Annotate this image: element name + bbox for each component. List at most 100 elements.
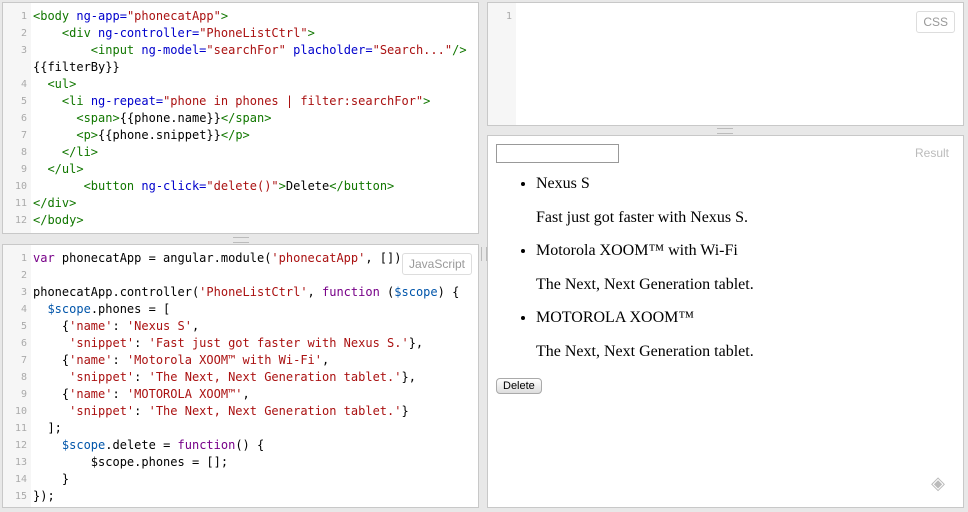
phone-snippet: The Next, Next Generation tablet. [536,276,754,293]
line-text: </ul> [33,161,84,178]
line-number: 8 [20,147,27,158]
line-number: 3 [20,287,27,298]
search-input[interactable] [496,144,619,163]
css-editor-panel[interactable]: 1 CSS [487,2,964,126]
code-token: </ul> [47,162,84,176]
javascript-code[interactable]: 1 var phonecatApp = angular.module('phone… [3,250,478,505]
code-line[interactable]: 11 </div> [3,195,478,212]
code-line[interactable]: 15}); [3,488,478,505]
code-line[interactable]: 1 [488,8,963,25]
line-number: 5 [20,321,27,332]
horizontal-resize-handle[interactable] [717,128,733,134]
code-line[interactable]: 10 <button ng-click="delete()">Delete</b… [3,178,478,195]
code-token: <button [83,179,142,193]
code-token: </p> [220,128,250,142]
code-token: "delete()" [206,179,279,193]
code-line[interactable]: 3 phonecatApp.controller('PhoneListCtrl',… [3,284,478,301]
code-line[interactable]: 14 } [3,471,478,488]
phone-list-item: Motorola XOOM™ with Wi-Fi The Next, Next … [536,242,963,294]
line-text: <p>{{phone.snippet}}</p> [33,127,250,144]
code-token: /> [452,43,467,57]
code-token: : [112,387,127,401]
phone-list-item: MOTOROLA XOOM™ The Next, Next Generation … [536,309,963,361]
code-line[interactable]: 13 $scope.phones = []; [3,454,478,471]
code-token: () { [235,438,265,452]
line-number: 1 [505,11,512,22]
code-line[interactable]: 9 </ul> [3,161,478,178]
code-line[interactable]: 4 $scope.phones = [ [3,301,478,318]
code-token: : [134,370,149,384]
code-token: 'Motorola XOOM™ with Wi-Fi' [126,353,323,367]
code-token: phonecatApp = angular.module( [61,251,272,265]
code-token: ng-repeat= [90,94,164,108]
code-token: 'phonecatApp' [271,251,366,265]
line-number: 12 [14,440,27,451]
code-line[interactable]: 2 <div ng-controller="PhoneListCtrl"> [3,25,478,42]
css-code[interactable]: 1 [488,8,963,25]
code-line[interactable]: 10 'snippet': 'The Next, Next Generation… [3,403,478,420]
javascript-editor-panel[interactable]: 1 var phonecatApp = angular.module('phone… [2,244,479,508]
code-token: var [33,251,62,265]
code-token: } [401,404,409,418]
jsfiddle-logo-icon[interactable]: ◈ [927,473,949,495]
html-editor-panel[interactable]: 1 <body ng-app="phonecatApp"> 2 <div ng-co… [2,2,479,234]
code-token: 'Nexus S' [126,319,192,333]
code-line[interactable]: {{filterBy}} [3,59,478,76]
line-text: <button ng-click="delete()">Delete</butt… [33,178,395,195]
code-token: > [220,9,229,23]
code-token: <li [61,94,91,108]
code-line[interactable]: 4 <ul> [3,76,478,93]
code-token: $scope [47,302,91,316]
html-code[interactable]: 1 <body ng-app="phonecatApp"> 2 <div ng-co… [3,8,478,229]
javascript-panel-label: JavaScript [401,253,472,275]
code-line[interactable]: 7 {'name': 'Motorola XOOM™ with Wi-Fi', [3,352,478,369]
phone-list-item: Nexus S Fast just got faster with Nexus S… [536,175,963,227]
code-token: 'name' [69,353,113,367]
code-token: {{phone.snippet}} [98,128,221,142]
phone-snippet: The Next, Next Generation tablet. [536,343,754,360]
code-line[interactable]: 11 ]; [3,420,478,437]
code-token: .phones = [ [90,302,171,316]
line-text: {'name': 'Nexus S', [33,318,199,335]
phone-name: Motorola XOOM™ with Wi-Fi [536,242,738,259]
code-line[interactable]: 12 $scope.delete = function() { [3,437,478,454]
line-text: $scope.phones = []; [33,454,228,471]
code-line[interactable]: 6 <span>{{phone.name}}</span> [3,110,478,127]
code-line[interactable]: 3 <input ng-model="searchFor" placholder… [3,42,478,59]
code-token: "Search..." [372,43,453,57]
code-line[interactable]: 9 {'name': 'MOTOROLA XOOM™', [3,386,478,403]
code-token: ]; [33,421,62,435]
code-token: $scope.phones = []; [33,455,229,469]
code-token: <p> [76,128,99,142]
code-token: 'PhoneListCtrl' [199,285,308,299]
code-token: > [278,179,286,193]
code-token: { [33,387,70,401]
horizontal-resize-handle[interactable] [233,237,249,243]
line-number: 10 [14,406,27,417]
code-token: ng-controller= [98,26,200,40]
code-token: : [112,319,127,333]
line-number: 14 [14,474,27,485]
code-line[interactable]: 12 </body> [3,212,478,229]
code-token: <span> [76,111,120,125]
code-line[interactable]: 1 <body ng-app="phonecatApp"> [3,8,478,25]
delete-button[interactable]: Delete [496,378,542,394]
code-token: "phonecatApp" [126,9,221,23]
code-token: ng-app= [76,9,127,23]
line-number: 11 [14,198,27,209]
code-line[interactable]: 8 'snippet': 'The Next, Next Generation … [3,369,478,386]
code-line[interactable]: 5 {'name': 'Nexus S', [3,318,478,335]
line-text: 'snippet': 'Fast just got faster with Ne… [33,335,423,352]
code-line[interactable]: 8 </li> [3,144,478,161]
result-panel: Result Nexus SFast just got faster with … [487,135,964,508]
code-line[interactable]: 5 <li ng-repeat="phone in phones | filte… [3,93,478,110]
code-token: ) { [437,285,460,299]
line-text: phonecatApp.controller('PhoneListCtrl', … [33,284,459,301]
code-line[interactable]: 6 'snippet': 'Fast just got faster with … [3,335,478,352]
code-line[interactable]: 7 <p>{{phone.snippet}}</p> [3,127,478,144]
